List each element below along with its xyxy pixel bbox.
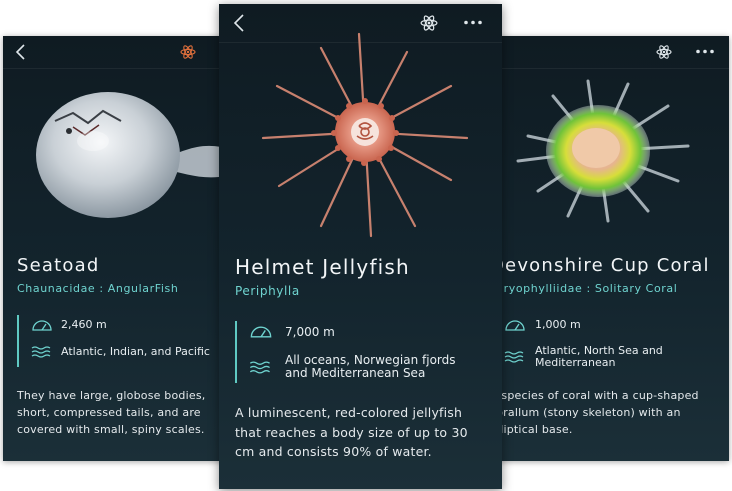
habitat-value: Atlantic, Indian, and Pacific <box>61 345 210 358</box>
waves-icon <box>31 346 51 358</box>
depth-value: 2,460 m <box>61 318 107 331</box>
waves-icon <box>504 351 524 363</box>
depth-row: 1,000 m <box>504 318 581 332</box>
depth-value: 1,000 m <box>535 318 581 331</box>
waves-icon <box>249 361 270 373</box>
more-dots-icon[interactable] <box>464 20 482 25</box>
habitat-value: Atlantic, North Sea and Mediterranean <box>535 344 663 369</box>
species-title: Devonshire Cup Coral <box>490 255 710 276</box>
gauge-icon <box>505 320 525 331</box>
habitat-row: All oceans, Norwegian fjords and Mediter… <box>249 354 481 380</box>
species-description: They have large, globose bodies, short, … <box>17 389 206 436</box>
jellyfish-image <box>261 32 469 238</box>
seatoad-image <box>36 92 221 218</box>
species-title: Seatoad <box>17 255 100 276</box>
chevron-left-icon[interactable] <box>15 44 27 60</box>
depth-value: 7,000 m <box>285 324 335 339</box>
habitat-row: Atlantic, North Sea and Mediterranean <box>504 345 675 369</box>
species-description: A species of coral with a cup-shaped cor… <box>490 389 699 436</box>
depth-row: 7,000 m <box>249 324 335 339</box>
depth-row: 2,460 m <box>31 318 107 332</box>
species-description: A luminescent, red-colored jellyfish tha… <box>235 405 468 459</box>
species-card-helmet-jellyfish[interactable]: Helmet Jellyfish Periphylla 7,000 m All … <box>219 4 502 489</box>
stats-block: 1,000 m Atlantic, North Sea and Mediterr… <box>490 315 712 373</box>
habitat-row: Atlantic, Indian, and Pacific <box>31 345 210 359</box>
species-title: Helmet Jellyfish <box>235 255 410 279</box>
species-subtitle: Chaunacidae : AngularFish <box>17 282 179 295</box>
habitat-value: All oceans, Norwegian fjords and Mediter… <box>285 353 456 380</box>
gauge-icon <box>250 326 272 338</box>
species-subtitle: Periphylla <box>235 284 300 298</box>
chevron-left-icon[interactable] <box>233 14 245 32</box>
gauge-icon <box>32 320 52 331</box>
coral-image <box>516 79 690 223</box>
more-dots-icon[interactable] <box>696 49 714 54</box>
atom-icon[interactable] <box>656 44 672 60</box>
stats-block: 7,000 m All oceans, Norwegian fjords and… <box>235 321 492 383</box>
atom-icon[interactable] <box>180 44 196 60</box>
species-subtitle: Caryophylliidae : Solitary Coral <box>488 282 678 295</box>
